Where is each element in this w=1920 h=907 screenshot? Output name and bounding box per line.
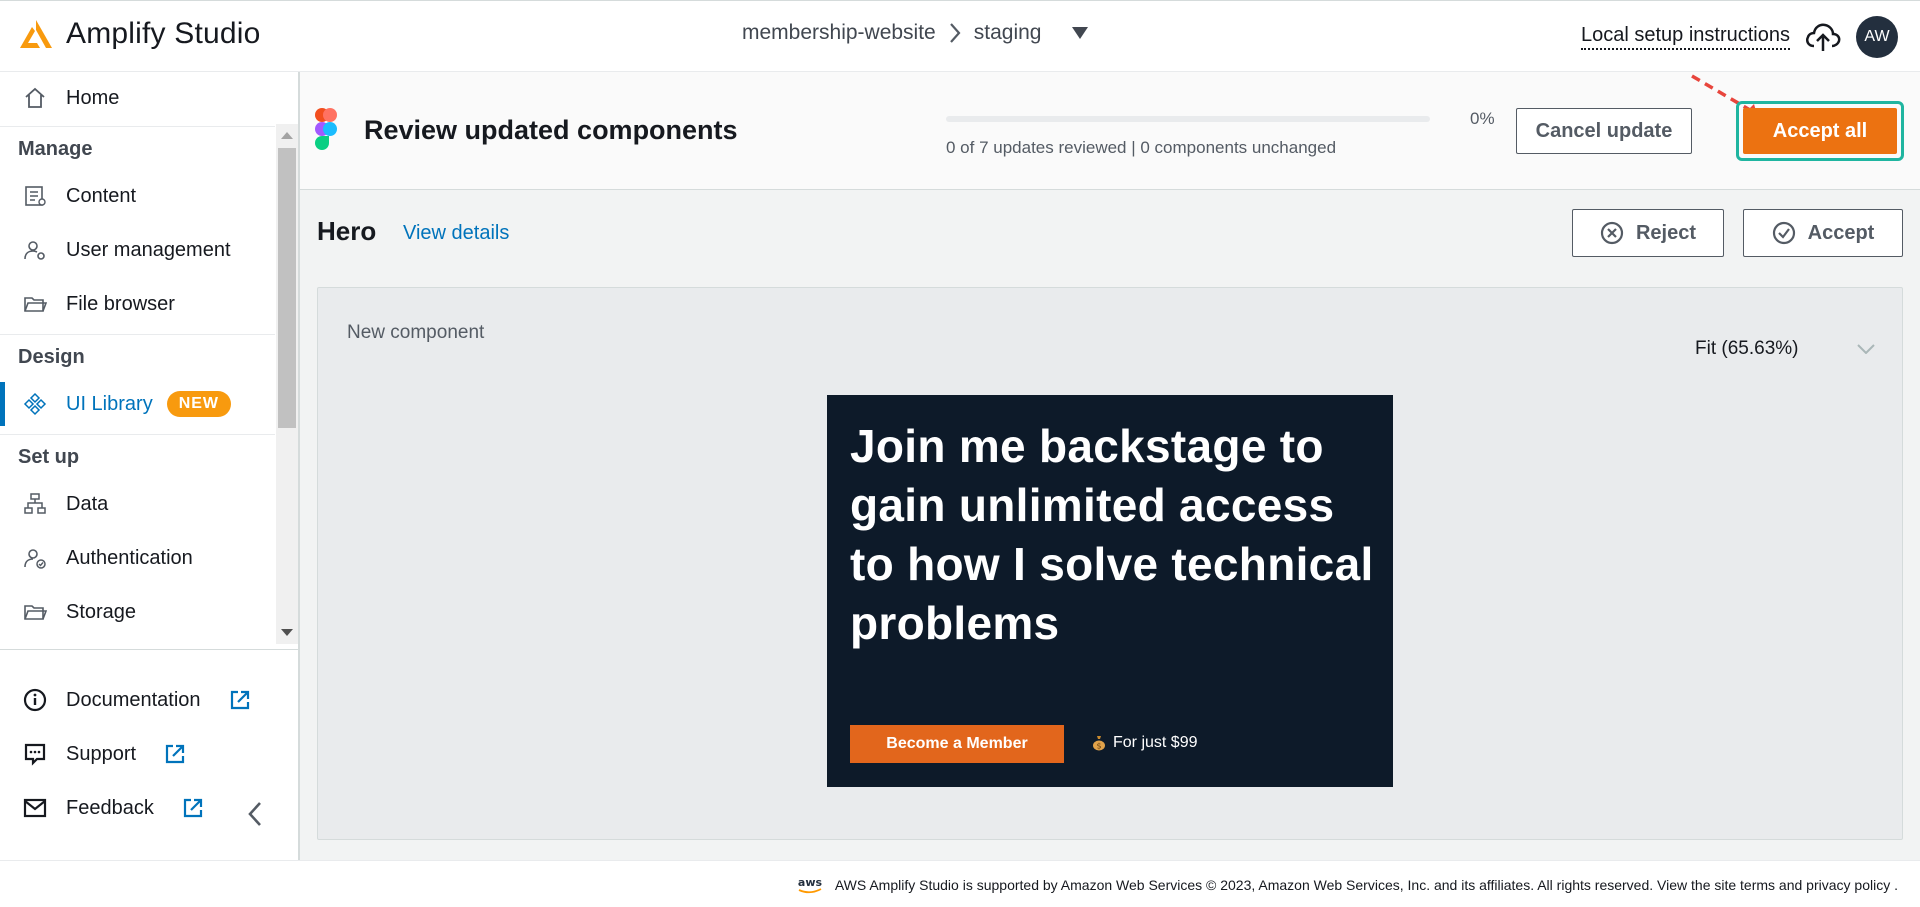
external-link-icon: [183, 798, 202, 818]
sidebar-item-user-management[interactable]: User management: [0, 224, 275, 276]
user-avatar[interactable]: AW: [1856, 16, 1898, 58]
money-bag-icon: $: [1093, 736, 1105, 751]
sidebar-item-label: File browser: [66, 292, 175, 315]
svg-text:$: $: [1096, 742, 1101, 751]
component-preview-panel: New component Fit (65.63%) Join me backs…: [317, 287, 1903, 840]
sidebar-item-label: Documentation: [66, 688, 201, 711]
review-progress-percent: 0%: [1470, 109, 1495, 128]
sidebar-item-label: UI Library: [66, 392, 153, 415]
section-title-setup: Set up: [18, 446, 80, 468]
accept-all-focus-ring: Accept all: [1736, 101, 1904, 161]
breadcrumb-app[interactable]: membership-website: [742, 21, 936, 45]
sidebar-item-label: Data: [66, 492, 109, 515]
home-icon: [22, 85, 48, 111]
breadcrumb: membership-website staging: [742, 21, 1089, 45]
folder-icon: [22, 291, 48, 317]
sidebar-divider: [0, 126, 275, 127]
review-progress-text: 0 of 7 updates reviewed | 0 components u…: [946, 138, 1337, 157]
aws-logo-icon: aws: [798, 876, 823, 894]
sidebar-item-file-browser[interactable]: File browser: [0, 278, 275, 330]
svg-text:aws: aws: [798, 876, 823, 889]
hero-component-preview: Join me backstage to gain unlimited acce…: [827, 395, 1393, 787]
component-name: Hero: [317, 216, 377, 246]
sidebar-divider: [0, 334, 275, 335]
accept-button[interactable]: Accept: [1743, 209, 1903, 257]
brand[interactable]: Amplify Studio: [18, 17, 261, 51]
section-title-design: Design: [18, 346, 85, 368]
check-circle-icon: [1772, 221, 1795, 245]
review-progress-bar: [946, 116, 1430, 122]
sidebar-item-label: Support: [66, 742, 137, 765]
user-check-icon: [22, 545, 48, 571]
cloud-upload-icon[interactable]: [1804, 20, 1842, 54]
brand-name: Amplify Studio: [66, 17, 261, 50]
sidebar-item-label: User management: [66, 238, 231, 261]
hero-price-text: For just $99: [1113, 734, 1198, 751]
accept-all-button[interactable]: Accept all: [1743, 108, 1897, 154]
review-bar: Review updated components 0 of 7 updates…: [300, 72, 1920, 190]
sidebar-item-authentication[interactable]: Authentication: [0, 532, 275, 584]
envelope-icon: [22, 795, 48, 821]
caret-down-icon[interactable]: [1071, 26, 1089, 40]
data-model-icon: [22, 491, 48, 517]
footer-text: AWS Amplify Studio is supported by Amazo…: [834, 877, 1898, 893]
scroll-up-arrow-icon[interactable]: [281, 132, 293, 139]
sidebar: Home Manage Content User management File…: [0, 72, 300, 860]
sidebar-item-support[interactable]: Support: [0, 728, 290, 780]
chevron-down-icon: [1857, 344, 1875, 354]
sidebar-item-label: Authentication: [66, 546, 193, 569]
sidebar-item-feedback[interactable]: Feedback: [0, 782, 220, 834]
reject-label: Reject: [1635, 221, 1697, 244]
close-circle-icon: [1600, 221, 1624, 245]
external-link-icon: [165, 744, 185, 764]
info-icon: [22, 687, 48, 713]
collapse-sidebar-icon[interactable]: [244, 799, 266, 829]
sidebar-item-data[interactable]: Data: [0, 478, 275, 530]
sidebar-divider: [0, 649, 298, 650]
footer: aws AWS Amplify Studio is supported by A…: [0, 860, 1920, 907]
sidebar-item-home[interactable]: Home: [0, 72, 275, 124]
breadcrumb-env[interactable]: staging: [974, 21, 1042, 45]
figma-logo-icon: [315, 108, 337, 150]
top-right-actions: Local setup instructions AW: [1580, 16, 1898, 58]
view-details-link[interactable]: View details: [403, 222, 509, 245]
zoom-value: Fit (65.63%): [1695, 338, 1799, 359]
sidebar-divider: [0, 434, 275, 435]
become-member-button[interactable]: Become a Member: [850, 725, 1064, 763]
section-title-manage: Manage: [18, 138, 93, 160]
cancel-update-button[interactable]: Cancel update: [1516, 108, 1692, 154]
sidebar-item-label: Feedback: [66, 796, 154, 819]
hero-heading: Join me backstage to gain unlimited acce…: [850, 420, 1374, 649]
sidebar-item-label: Content: [66, 184, 137, 207]
main-content: Review updated components 0 of 7 updates…: [300, 72, 1920, 860]
scroll-thumb[interactable]: [278, 148, 296, 428]
new-badge: NEW: [166, 391, 232, 417]
scroll-down-arrow-icon[interactable]: [281, 629, 293, 636]
folder-open-icon: [22, 599, 48, 625]
reject-button[interactable]: Reject: [1572, 209, 1724, 257]
footer-content: aws AWS Amplify Studio is supported by A…: [795, 875, 1898, 895]
local-setup-link[interactable]: Local setup instructions: [1580, 24, 1790, 50]
top-navigation-bar: Amplify Studio membership-website stagin…: [0, 0, 1920, 72]
zoom-select[interactable]: Fit (65.63%): [1695, 334, 1875, 364]
component-icon: [22, 391, 48, 417]
user-settings-icon: [22, 237, 48, 263]
sidebar-item-content[interactable]: Content: [0, 170, 275, 222]
sidebar-item-storage[interactable]: Storage: [0, 586, 275, 638]
accept-label: Accept: [1807, 221, 1875, 244]
sidebar-item-label: Storage: [66, 600, 137, 623]
chevron-right-icon: [949, 23, 961, 43]
external-link-icon: [230, 690, 249, 710]
amplify-logo-icon: [20, 20, 52, 48]
review-title: Review updated components: [364, 115, 738, 145]
preview-label: New component: [347, 322, 485, 343]
support-chat-icon: [22, 741, 48, 767]
sidebar-item-documentation[interactable]: Documentation: [0, 674, 290, 726]
sidebar-scrollbar[interactable]: [276, 124, 298, 644]
hero-price: $ For just $99: [1091, 734, 1197, 752]
sidebar-item-label: Home: [66, 86, 120, 109]
sidebar-item-ui-library[interactable]: UI Library NEW: [0, 378, 275, 430]
content-icon: [22, 183, 48, 209]
